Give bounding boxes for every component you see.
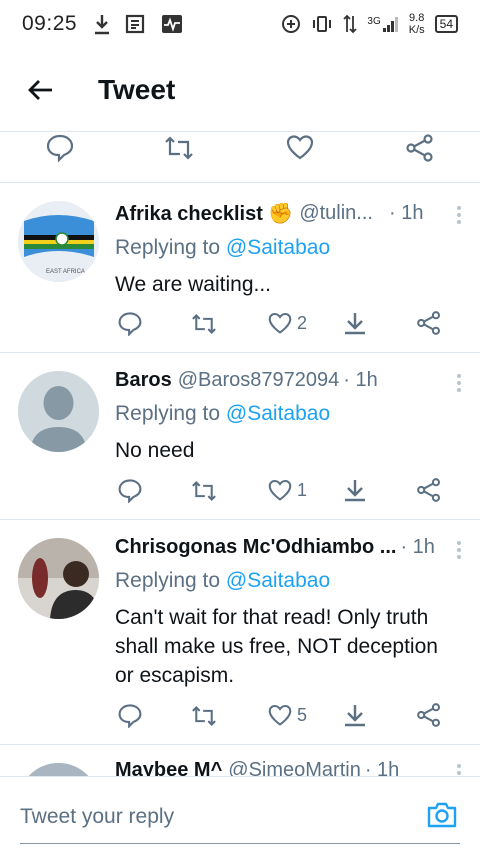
replying-to: Replying to @Saitabao xyxy=(115,569,331,592)
more-options-icon[interactable] xyxy=(456,540,462,560)
timestamp: · 1h xyxy=(364,759,400,776)
flag-avatar-image: EAST AFRICA xyxy=(18,201,99,282)
network-type: 3G xyxy=(367,16,381,27)
like-button[interactable]: 1 xyxy=(267,478,307,502)
avatar[interactable] xyxy=(18,763,99,776)
user-handle[interactable]: @SimeoMartin xyxy=(228,759,361,776)
like-count: 2 xyxy=(297,312,308,333)
signal-icon xyxy=(382,17,398,32)
like-count: 5 xyxy=(297,704,308,725)
vibrate-icon xyxy=(313,16,332,32)
like-count: 1 xyxy=(297,479,308,500)
tweet-text: No need xyxy=(115,439,195,462)
timestamp: · 1h xyxy=(388,202,424,224)
display-name[interactable]: Maybee M^ xyxy=(115,759,222,776)
timestamp: · 1h xyxy=(343,369,378,391)
avatar[interactable] xyxy=(18,371,99,452)
display-name[interactable]: Chrisogonas Mc'Odhiambo ... xyxy=(115,536,396,559)
like-icon xyxy=(268,312,292,334)
activity-icon xyxy=(162,15,183,33)
reply-icon[interactable] xyxy=(45,132,75,162)
clock: 09:25 xyxy=(22,12,78,35)
tweet-reply[interactable]: Chrisogonas Mc'Odhiambo ... · 1h Replyin… xyxy=(0,520,480,744)
mention-link[interactable]: @Saitabao xyxy=(226,569,330,592)
camera-icon[interactable] xyxy=(426,801,458,829)
like-icon xyxy=(268,704,292,726)
tweet-reply[interactable]: EAST AFRICA Afrika checklist ✊ @tulin...… xyxy=(0,183,480,353)
header: Tweet xyxy=(0,48,480,132)
retweet-icon[interactable] xyxy=(163,134,195,162)
mention-link[interactable]: @Saitabao xyxy=(226,236,330,259)
reply-icon[interactable] xyxy=(117,702,143,728)
user-handle[interactable]: @tulin... xyxy=(299,202,373,225)
like-button[interactable]: 5 xyxy=(267,703,307,727)
page-title: Tweet xyxy=(98,74,176,105)
profile-photo xyxy=(18,538,99,619)
battery-level: 54 xyxy=(439,17,453,31)
avatar[interactable]: EAST AFRICA xyxy=(18,201,99,282)
reply-icon[interactable] xyxy=(117,310,143,336)
save-icon[interactable] xyxy=(342,310,368,336)
download-icon xyxy=(95,15,110,35)
mention-link[interactable]: @Saitabao xyxy=(226,402,330,425)
reply-icon[interactable] xyxy=(117,477,143,503)
retweet-icon[interactable] xyxy=(190,704,218,728)
status-bar: 09:25 3G 9.8 K/s 54 xyxy=(0,0,480,48)
retweet-icon[interactable] xyxy=(190,479,218,503)
timestamp: · 1h xyxy=(400,536,435,558)
battery-icon: 54 xyxy=(434,15,458,33)
default-avatar-icon xyxy=(18,371,99,452)
tweet-text: Can't wait for that read! Only truth sha… xyxy=(115,606,438,687)
svg-text:EAST AFRICA: EAST AFRICA xyxy=(46,269,85,275)
input-underline xyxy=(20,843,460,844)
like-icon xyxy=(268,479,292,501)
share-icon[interactable] xyxy=(416,702,442,728)
reply-composer: Tweet your reply xyxy=(0,776,480,854)
share-icon[interactable] xyxy=(416,477,442,503)
back-arrow-icon[interactable] xyxy=(26,78,54,102)
share-icon[interactable] xyxy=(405,133,435,163)
like-button[interactable]: 2 xyxy=(267,311,307,335)
like-icon[interactable] xyxy=(285,133,315,161)
replying-to: Replying to @Saitabao xyxy=(115,236,331,259)
save-icon[interactable] xyxy=(342,477,368,503)
save-icon[interactable] xyxy=(342,702,368,728)
more-options-icon[interactable] xyxy=(456,763,462,776)
replying-to: Replying to @Saitabao xyxy=(115,402,331,425)
profile-photo xyxy=(18,763,99,776)
user-handle[interactable]: @Baros87972094 xyxy=(178,369,340,392)
news-icon xyxy=(125,14,145,34)
display-name[interactable]: Baros xyxy=(115,369,172,392)
tweet-reply[interactable]: Maybee M^ @SimeoMartin · 1h xyxy=(0,745,480,776)
network-speed: 9.8 K/s xyxy=(408,12,425,36)
share-icon[interactable] xyxy=(416,310,442,336)
tweet-text: We are waiting... xyxy=(115,273,272,296)
display-name[interactable]: Afrika checklist ✊ xyxy=(115,201,293,226)
data-saver-icon xyxy=(282,15,301,33)
more-options-icon[interactable] xyxy=(456,205,462,225)
more-options-icon[interactable] xyxy=(456,373,462,393)
reply-input[interactable]: Tweet your reply xyxy=(20,805,174,829)
transfer-icon xyxy=(343,14,358,34)
tweet-reply[interactable]: Baros @Baros87972094 · 1h Replying to @S… xyxy=(0,353,480,519)
retweet-icon[interactable] xyxy=(190,312,218,336)
avatar[interactable] xyxy=(18,538,99,619)
